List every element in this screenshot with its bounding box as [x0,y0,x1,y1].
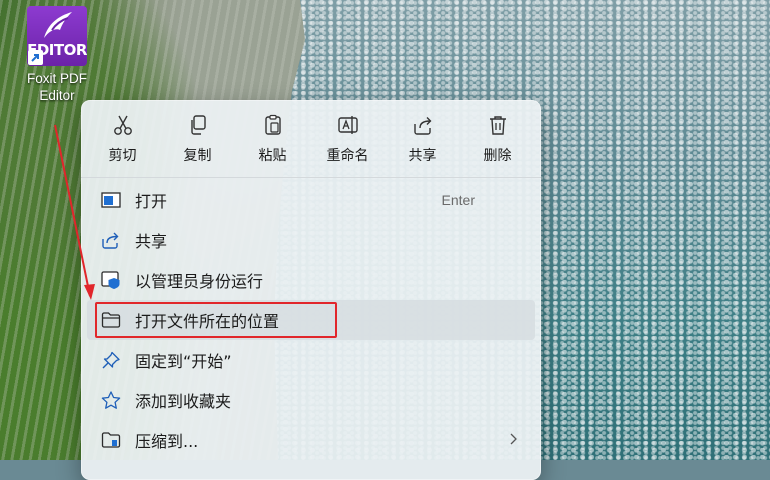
paste-label: 粘贴 [258,148,287,164]
menu-item-open-file-location[interactable]: 打开文件所在的位置 [87,300,535,340]
copy-button[interactable]: 复制 [160,114,235,170]
menu-item-pin-to-start[interactable]: 固定到“开始” [81,340,541,380]
menu-item-open[interactable]: 打开 Enter [81,180,541,220]
menu-item-compress-to[interactable]: 压缩到... [81,420,541,460]
share-label: 共享 [408,148,437,164]
menu-separator [81,177,541,178]
menu-item-open-accelerator: Enter [441,192,475,208]
rename-button[interactable]: 重命名 [310,114,385,170]
cut-icon [113,115,132,135]
copy-icon [190,115,206,135]
zip-folder-icon [101,432,121,448]
copy-label: 复制 [183,148,212,164]
share-icon [413,117,431,135]
pin-icon [102,351,120,369]
folder-icon [101,312,121,328]
rename-label: 重命名 [326,148,369,164]
delete-icon [489,116,506,135]
paste-icon [264,114,281,135]
context-menu: 剪切 复制 粘贴 重命名 共享 删除 打开 Enter 共享 以管理员身份运行 … [81,100,541,480]
paste-button[interactable]: 粘贴 [235,114,310,170]
menu-item-compress-to-label: 压缩到... [135,432,199,451]
menu-item-add-to-favorites[interactable]: 添加到收藏夹 [81,380,541,420]
cut-button[interactable]: 剪切 [85,114,160,170]
cut-label: 剪切 [108,148,137,164]
desktop-shortcut-foxit[interactable]: EDITOR Foxit PDF Editor [12,6,102,104]
shortcut-label-line1: Foxit PDF [26,71,87,86]
menu-item-share-label: 共享 [135,232,168,251]
star-icon [101,391,121,409]
menu-item-add-to-favorites-label: 添加到收藏夹 [135,392,232,411]
foxit-pdf-editor-app-icon: EDITOR [27,6,87,66]
open-window-icon [101,192,121,208]
admin-shield-icon [101,271,120,289]
menu-item-run-as-admin[interactable]: 以管理员身份运行 [81,260,541,300]
shortcut-arrow-icon [28,50,43,65]
context-menu-items: 打开 Enter 共享 以管理员身份运行 打开文件所在的位置 固定到“开始” 添… [81,180,541,460]
delete-label: 删除 [483,148,512,164]
menu-item-pin-to-start-label: 固定到“开始” [135,352,232,371]
foxit-logo-icon [44,12,72,38]
menu-item-open-file-location-label: 打开文件所在的位置 [135,312,280,331]
context-menu-toolbar: 剪切 复制 粘贴 重命名 共享 删除 [81,100,541,170]
menu-item-open-label: 打开 [135,192,168,211]
menu-item-share[interactable]: 共享 [81,220,541,260]
delete-button[interactable]: 删除 [460,114,535,170]
chevron-right-icon [510,433,517,445]
rename-icon [337,116,358,134]
share-button[interactable]: 共享 [385,114,460,170]
menu-item-run-as-admin-label: 以管理员身份运行 [135,272,264,291]
share-icon [102,232,119,249]
